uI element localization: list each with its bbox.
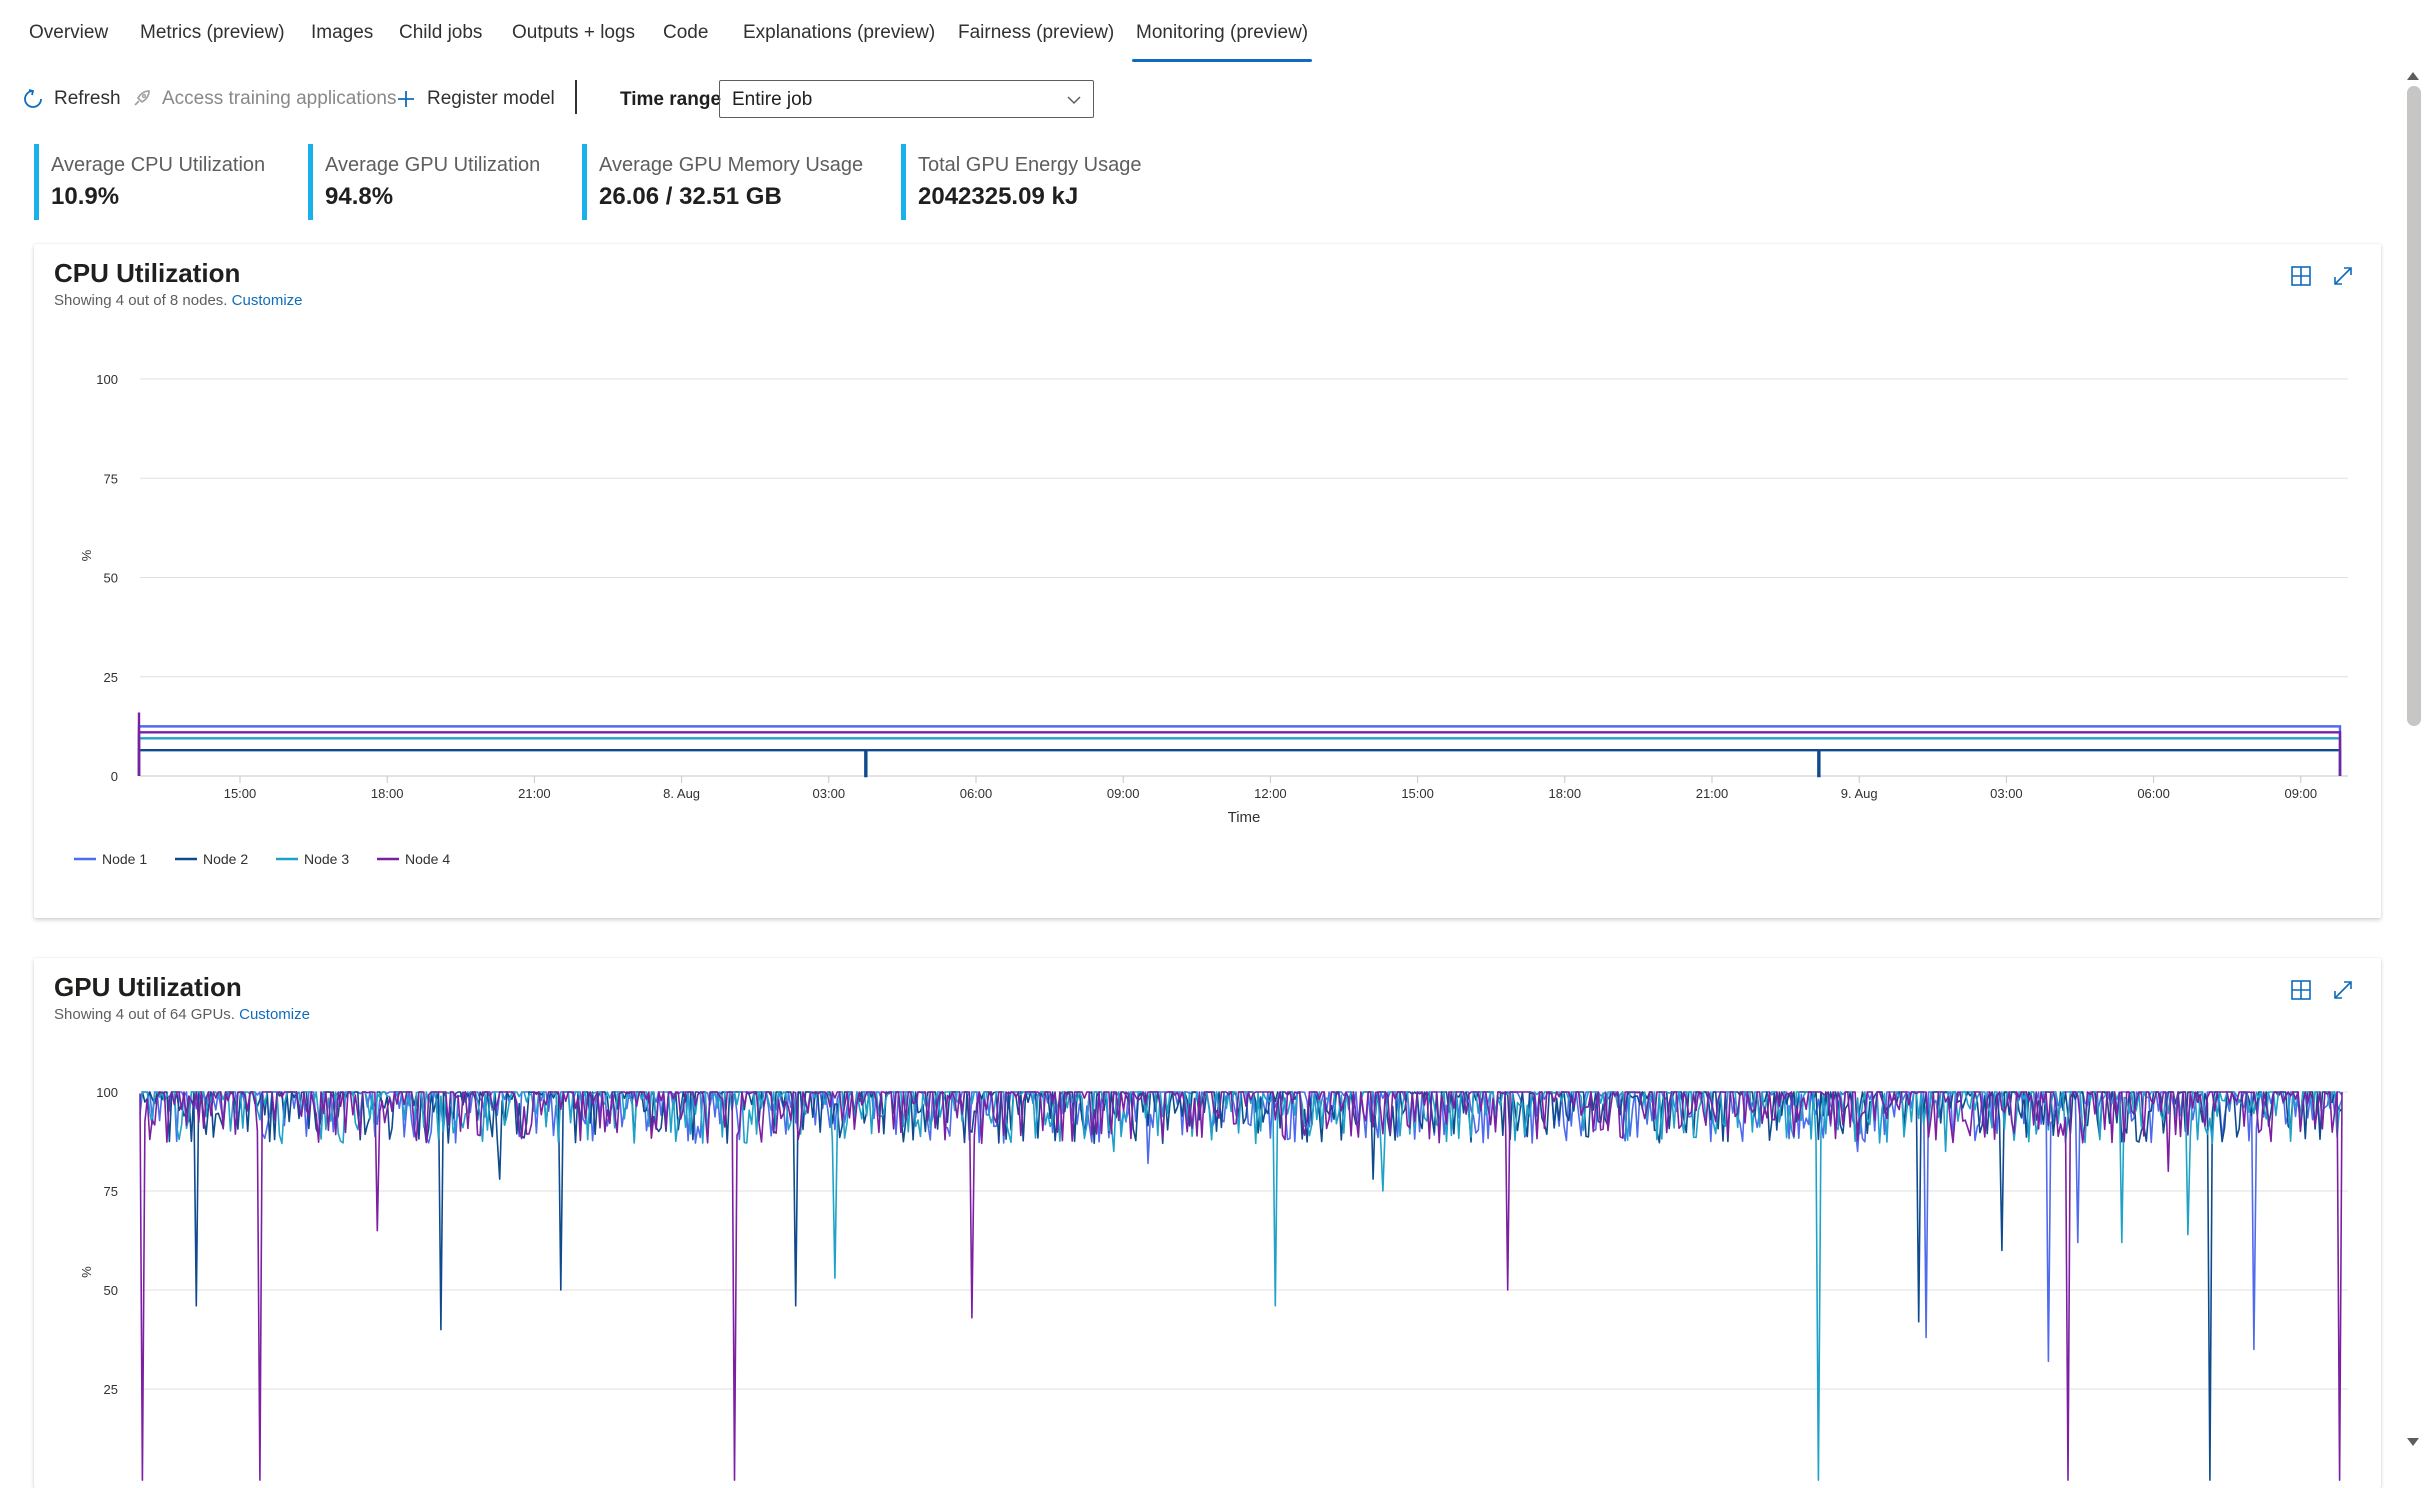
legend-label: Node 1 (102, 851, 147, 867)
refresh-button[interactable]: Refresh (22, 88, 121, 110)
toolbar-divider (575, 80, 577, 114)
card-title: CPU Utilization (54, 258, 241, 288)
y-tick-label: 25 (104, 1382, 118, 1397)
refresh-icon (24, 89, 42, 108)
card-title: GPU Utilization (54, 972, 242, 1002)
access-training-applications-label: Access training applications (162, 88, 397, 109)
x-tick-label: 03:00 (1990, 786, 2023, 801)
pin-to-dashboard-icon[interactable] (2289, 264, 2313, 288)
x-tick-label: 9. Aug (1841, 786, 1878, 801)
scroll-down-arrow-icon[interactable] (2407, 1438, 2419, 1446)
x-tick-label: 8. Aug (663, 786, 700, 801)
x-tick-label: 12:00 (1254, 786, 1287, 801)
chevron-down-icon (1067, 96, 1081, 105)
plus-icon (398, 91, 414, 107)
card-subtitle: Showing 4 out of 64 GPUs. Customize (54, 1006, 310, 1023)
gpu-utilization-card: 25 50 75 100% GPU Utilization Showing 4 out… (34, 958, 2381, 1488)
metric-value: 94.8% (325, 183, 394, 210)
gpu-series-line-2 (139, 1091, 2343, 1481)
time-range-value: Entire job (732, 89, 813, 110)
customize-link[interactable]: Customize (232, 292, 303, 309)
gpu-utilization-chart: 25 50 75 100% (79, 1085, 2348, 1481)
x-tick-label: 18:00 (1549, 786, 1582, 801)
metric-avg-gpu-memory: Average GPU Memory Usage 26.06 / 32.51 G… (582, 144, 863, 220)
series-line-node-2 (137, 748, 2342, 778)
x-tick-label: 18:00 (371, 786, 404, 801)
y-axis-label: % (79, 1266, 94, 1278)
gpu-series-line-1 (139, 1091, 2343, 1363)
register-model-button[interactable]: Register model (395, 88, 555, 110)
metric-label: Average GPU Utilization (325, 154, 541, 176)
y-tick-label: 50 (104, 571, 118, 586)
y-tick-label: 75 (104, 471, 118, 486)
x-tick-label: 03:00 (813, 786, 846, 801)
tab-outputs-logs[interactable]: Outputs + logs (512, 22, 635, 44)
y-tick-label: 100 (96, 372, 118, 387)
y-tick-label: 100 (96, 1085, 118, 1100)
metric-value: 26.06 / 32.51 GB (599, 183, 782, 210)
expand-icon[interactable] (2331, 978, 2355, 1002)
y-axis-label: % (79, 550, 94, 562)
x-tick-label: 06:00 (2137, 786, 2170, 801)
register-model-label: Register model (427, 88, 555, 109)
metric-label: Total GPU Energy Usage (918, 154, 1142, 176)
card-subtitle-text: Showing 4 out of 8 nodes. (54, 292, 228, 309)
metric-avg-cpu: Average CPU Utilization 10.9% (34, 144, 265, 220)
customize-link[interactable]: Customize (239, 1006, 310, 1023)
x-tick-label: 09:00 (1107, 786, 1140, 801)
x-tick-label: 15:00 (224, 786, 257, 801)
tab-metrics[interactable]: Metrics (preview) (140, 22, 285, 44)
metric-avg-gpu: Average GPU Utilization 94.8% (308, 144, 540, 220)
y-tick-label: 25 (104, 670, 118, 685)
tab-child-jobs[interactable]: Child jobs (399, 22, 482, 44)
y-tick-label: 75 (104, 1184, 118, 1199)
x-axis-label: Time (1228, 809, 1261, 826)
series-line-node-3 (137, 737, 2342, 776)
access-training-applications-button[interactable]: Access training applications (130, 88, 396, 110)
card-subtitle: Showing 4 out of 8 nodes. Customize (54, 292, 303, 309)
scroll-up-arrow-icon[interactable] (2407, 72, 2419, 80)
gpu-series-line-3 (139, 1091, 2343, 1481)
card-actions (2289, 978, 2355, 1002)
metric-value: 10.9% (51, 183, 120, 210)
toolbar: Refresh Access training applications Reg… (0, 80, 1200, 120)
y-tick-label: 50 (104, 1283, 118, 1298)
legend-label: Node 2 (203, 851, 248, 867)
x-tick-label: 06:00 (960, 786, 993, 801)
rocket-icon (134, 90, 150, 106)
tab-overview[interactable]: Overview (29, 22, 108, 44)
metric-value: 2042325.09 kJ (918, 183, 1079, 210)
cpu-utilization-card: 0 25 50 75 100% 15:00 18:00 21:00 8. Aug 03:00 06:… (34, 244, 2381, 918)
y-tick-label: 0 (111, 769, 118, 784)
tab-bar: Overview Metrics (preview) Images Child … (0, 0, 1360, 64)
x-tick-label: 21:00 (518, 786, 551, 801)
x-tick-label: 09:00 (2285, 786, 2318, 801)
cpu-utilization-chart: 0 25 50 75 100% 15:00 18:00 21:00 8. Aug 03:00 06:… (74, 372, 2348, 867)
legend-label: Node 3 (304, 851, 349, 867)
tab-explanations[interactable]: Explanations (preview) (743, 22, 935, 44)
x-tick-label: 21:00 (1696, 786, 1729, 801)
card-subtitle-text: Showing 4 out of 64 GPUs. (54, 1006, 235, 1023)
tab-fairness[interactable]: Fairness (preview) (958, 22, 1114, 44)
x-tick-label: 15:00 (1401, 786, 1434, 801)
tab-code[interactable]: Code (663, 22, 708, 44)
scrollbar-thumb[interactable] (2407, 86, 2421, 726)
metric-label: Average CPU Utilization (51, 154, 266, 176)
legend-label: Node 4 (405, 851, 450, 867)
page-scrollbar[interactable] (2403, 64, 2425, 1454)
metric-label: Average GPU Memory Usage (599, 154, 864, 176)
tab-images[interactable]: Images (311, 22, 373, 44)
time-range-label: Time range (620, 89, 722, 110)
expand-icon[interactable] (2331, 264, 2355, 288)
card-actions (2289, 264, 2355, 288)
pin-to-dashboard-icon[interactable] (2289, 978, 2313, 1002)
metric-total-gpu-energy: Total GPU Energy Usage 2042325.09 kJ (901, 144, 1141, 220)
tab-monitoring[interactable]: Monitoring (preview) (1131, 22, 1313, 62)
gpu-series-line-4 (139, 1091, 2343, 1481)
time-range-dropdown[interactable]: Entire job (719, 80, 1094, 118)
refresh-label: Refresh (54, 88, 121, 109)
